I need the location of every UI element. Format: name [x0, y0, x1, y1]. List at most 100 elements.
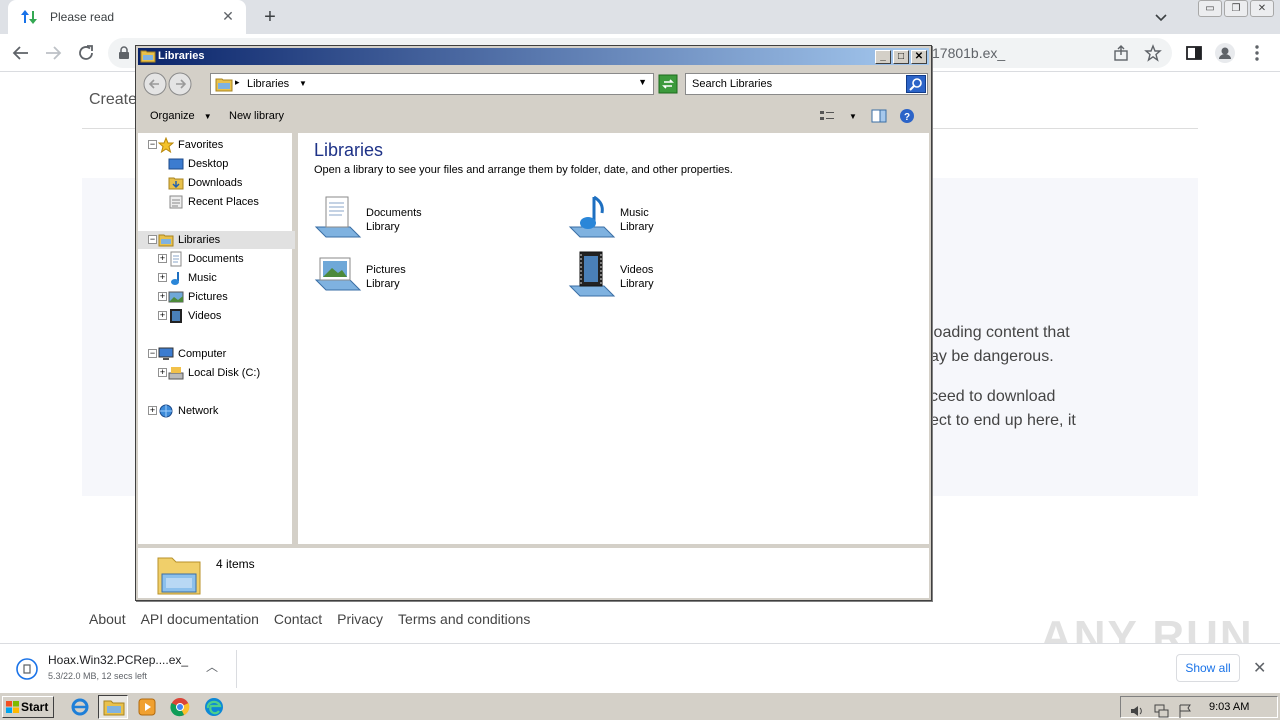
taskbar: Start 9:03 AM — [0, 692, 1280, 720]
location-field[interactable]: ▸ Libraries ▼ ▼ — [210, 73, 654, 95]
browser-tab[interactable]: Please read ✕ — [8, 0, 246, 34]
tree-item-favorites[interactable]: − Favorites — [138, 136, 295, 154]
library-name: Music — [620, 207, 649, 219]
tree-item-pictures[interactable]: + Pictures — [138, 288, 295, 306]
library-item-documents[interactable]: Documents Library — [314, 193, 514, 243]
computer-icon — [158, 347, 174, 360]
tree-item-desktop[interactable]: Desktop — [138, 155, 295, 173]
tree-item-label: Music — [188, 272, 217, 284]
help-icon[interactable]: ? — [898, 108, 916, 124]
tab-close-icon[interactable]: ✕ — [220, 8, 236, 24]
download-file-name[interactable]: Hoax.Win32.PCRep....ex_ — [48, 653, 188, 667]
expand-icon[interactable]: + — [158, 292, 167, 301]
collapse-icon[interactable]: − — [148, 235, 157, 244]
videos-icon — [170, 309, 182, 323]
tree-item-libraries[interactable]: − Libraries — [138, 231, 295, 249]
tree-item-label: Desktop — [188, 158, 229, 170]
footer-link-terms[interactable]: Terms and conditions — [398, 611, 530, 627]
download-shelf: Hoax.Win32.PCRep....ex_ 5.3/22.0 MB, 12 … — [0, 643, 1280, 692]
maximize-icon[interactable]: □ — [893, 50, 909, 64]
action-center-flag-icon[interactable] — [1177, 703, 1193, 719]
forward-icon[interactable] — [42, 42, 64, 64]
window-titlebar[interactable]: Libraries _ □ ✕ — [138, 48, 929, 65]
profile-avatar-icon[interactable] — [1214, 42, 1236, 64]
close-shelf-icon[interactable]: ✕ — [1253, 658, 1266, 678]
footer-link-api[interactable]: API documentation — [141, 611, 259, 627]
breadcrumb-dropdown-icon[interactable]: ▼ — [299, 79, 307, 88]
tree-item-computer[interactable]: − Computer — [138, 345, 295, 363]
bookmark-star-icon[interactable] — [1144, 44, 1162, 62]
expand-icon[interactable]: + — [158, 311, 167, 320]
organize-button[interactable]: Organize ▼ — [150, 110, 212, 122]
new-library-button[interactable]: New library — [229, 110, 284, 122]
restore-icon[interactable]: ❐ — [1224, 0, 1248, 17]
library-name: Pictures — [366, 264, 406, 276]
library-item-videos[interactable]: Videos Library — [568, 250, 768, 300]
tab-search-chevron-icon[interactable] — [1150, 7, 1172, 27]
expand-icon[interactable]: + — [148, 406, 157, 415]
tree-item-network[interactable]: + Network — [138, 402, 295, 420]
system-tray: 9:03 AM — [1120, 696, 1278, 718]
share-icon[interactable] — [1112, 44, 1130, 62]
network-tray-icon[interactable] — [1153, 703, 1169, 719]
start-label: Start — [21, 700, 49, 714]
window-controls: ▭ ❐ ✕ — [1196, 0, 1274, 18]
menu-dots-icon[interactable] — [1246, 42, 1268, 64]
command-bar: Organize ▼ New library ▼ ? — [138, 102, 929, 131]
tree-item-documents[interactable]: + Documents — [138, 250, 295, 268]
tree-item-label: Videos — [188, 310, 222, 322]
tree-item-downloads[interactable]: Downloads — [138, 174, 295, 192]
preview-pane-icon[interactable] — [870, 108, 888, 124]
library-item-pictures[interactable]: Pictures Library — [314, 250, 514, 300]
shelf-divider — [236, 650, 237, 688]
view-options-icon[interactable] — [818, 108, 836, 124]
search-button[interactable] — [906, 75, 926, 93]
media-player-icon[interactable] — [136, 697, 158, 717]
expand-icon[interactable]: + — [158, 254, 167, 263]
lock-icon[interactable] — [118, 46, 130, 60]
chrome-icon[interactable] — [169, 697, 191, 717]
minimize-icon[interactable]: _ — [875, 50, 891, 64]
footer-link-about[interactable]: About — [89, 611, 126, 627]
back-forward-icon[interactable] — [142, 71, 198, 97]
tree-item-videos[interactable]: + Videos — [138, 307, 295, 325]
edge-icon[interactable] — [203, 697, 225, 717]
close-icon[interactable]: ✕ — [911, 50, 927, 64]
reload-icon[interactable] — [75, 42, 97, 64]
tree-item-recent-places[interactable]: Recent Places — [138, 193, 295, 211]
library-type: Library — [366, 221, 400, 233]
documents-library-icon — [314, 196, 362, 238]
collapse-icon[interactable]: − — [148, 349, 157, 358]
library-type: Library — [620, 278, 654, 290]
title-buttons: _ □ ✕ — [875, 50, 927, 64]
tree-item-label: Downloads — [188, 177, 243, 189]
tree-item-label: Network — [178, 405, 219, 417]
show-all-button[interactable]: Show all — [1176, 654, 1240, 682]
close-icon[interactable]: ✕ — [1250, 0, 1274, 17]
footer-link-privacy[interactable]: Privacy — [337, 611, 383, 627]
search-input[interactable]: Search Libraries — [685, 73, 928, 95]
tree-item-label: Computer — [178, 348, 227, 360]
collapse-icon[interactable]: − — [148, 140, 157, 149]
tree-item-music[interactable]: + Music — [138, 269, 295, 287]
view-dropdown-icon[interactable]: ▼ — [849, 112, 857, 121]
breadcrumb-arrow-icon[interactable]: ▸ — [235, 77, 240, 88]
minimize-icon[interactable]: ▭ — [1198, 0, 1222, 17]
expand-icon[interactable]: + — [158, 368, 167, 377]
pictures-library-icon — [314, 257, 362, 291]
volume-icon[interactable] — [1129, 703, 1145, 719]
taskbar-explorer-button[interactable] — [98, 695, 128, 719]
expand-icon[interactable]: + — [158, 273, 167, 282]
footer-link-contact[interactable]: Contact — [274, 611, 322, 627]
start-button[interactable]: Start — [2, 696, 54, 718]
refresh-icon[interactable] — [658, 74, 678, 94]
tree-item-local-disk-c[interactable]: + Local Disk (C:) — [138, 364, 295, 382]
library-item-music[interactable]: Music Library — [568, 193, 768, 243]
back-icon[interactable] — [10, 42, 32, 64]
address-history-icon[interactable]: ▼ — [638, 77, 647, 87]
chevron-up-icon[interactable]: ︿ — [206, 658, 218, 675]
download-file-icon[interactable] — [16, 656, 38, 682]
side-panel-icon[interactable] — [1183, 42, 1205, 64]
new-tab-button[interactable]: + — [258, 6, 282, 28]
internet-explorer-icon[interactable] — [69, 697, 91, 717]
